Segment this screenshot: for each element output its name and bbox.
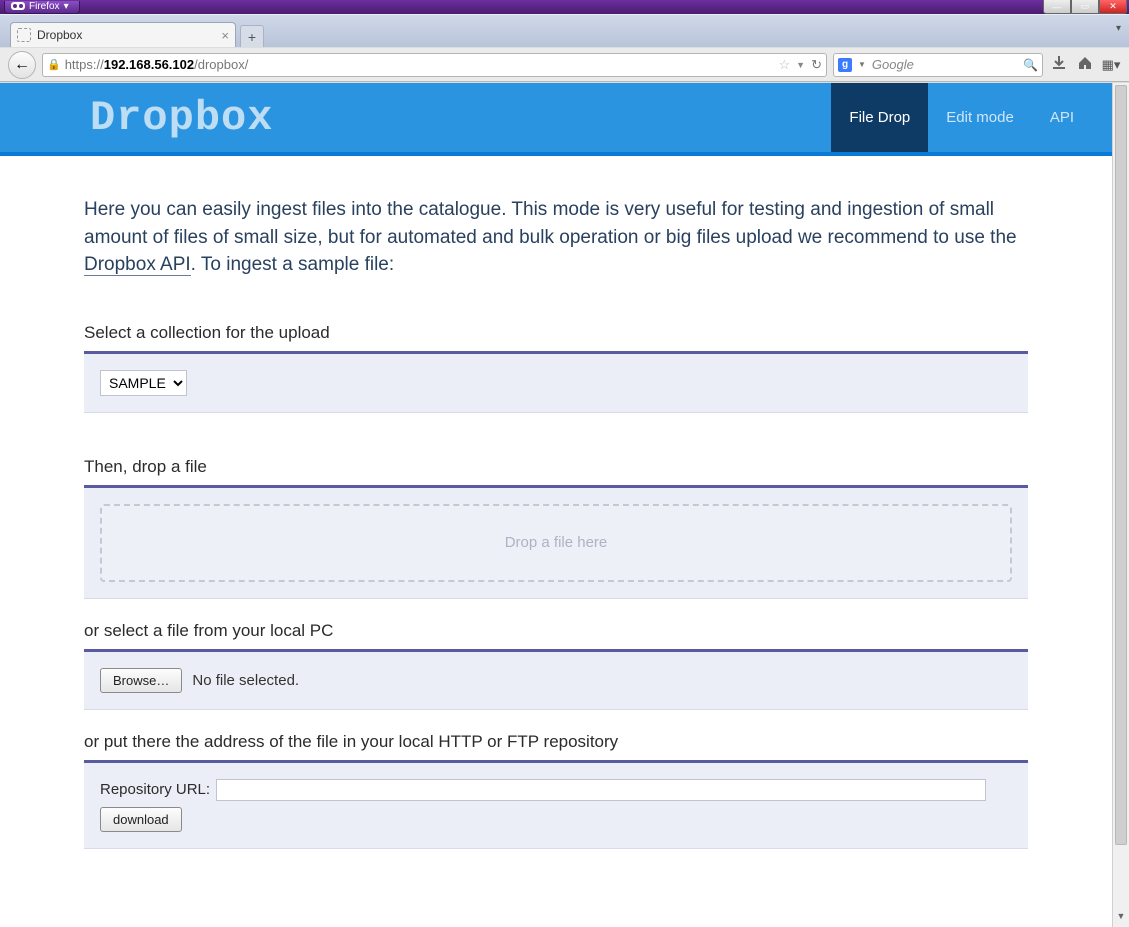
back-button[interactable]: ←	[8, 51, 36, 79]
scroll-down-arrow-icon[interactable]: ▼	[1113, 911, 1129, 927]
repo-panel: Repository URL: download	[84, 760, 1028, 849]
tab-favicon-icon	[17, 28, 31, 42]
window-titlebar: Firefox ▾ — ▭ ✕	[0, 0, 1129, 14]
page-content: Dropbox File Drop Edit mode API Here you…	[0, 83, 1112, 927]
google-icon: g	[838, 58, 852, 72]
nav-edit-mode[interactable]: Edit mode	[928, 83, 1032, 152]
arrow-left-icon: ←	[14, 56, 30, 74]
local-file-panel: Browse… No file selected.	[84, 649, 1028, 710]
main-container: Here you can easily ingest files into th…	[0, 156, 1112, 889]
site-nav: File Drop Edit mode API	[831, 83, 1092, 152]
reload-icon[interactable]: ↻	[811, 57, 822, 73]
nav-api[interactable]: API	[1032, 83, 1092, 152]
window-buttons: — ▭ ✕	[1043, 0, 1127, 14]
new-tab-button[interactable]: +	[240, 25, 264, 47]
home-icon	[1077, 55, 1093, 71]
site-logo: Dropbox	[90, 94, 831, 142]
downloads-button[interactable]	[1049, 55, 1069, 75]
repo-section-label: or put there the address of the file in …	[84, 732, 1028, 752]
firefox-label: Firefox	[29, 1, 60, 12]
window-close-button[interactable]: ✕	[1099, 0, 1127, 14]
url-text: https://192.168.56.102/dropbox/	[65, 57, 775, 72]
browser-tab[interactable]: Dropbox ×	[10, 22, 236, 47]
collection-section-label: Select a collection for the upload	[84, 323, 1028, 343]
bookmarks-menu-button[interactable]: ▦▾	[1101, 57, 1121, 73]
download-arrow-icon	[1051, 55, 1067, 71]
scrollbar-thumb[interactable]	[1115, 85, 1127, 845]
browse-button[interactable]: Browse…	[100, 668, 182, 693]
nav-file-drop[interactable]: File Drop	[831, 83, 928, 152]
search-engine-dropdown-icon[interactable]: ▼	[858, 60, 866, 69]
navigation-toolbar: ← 🔒 https://192.168.56.102/dropbox/ ☆ ▼ …	[0, 47, 1129, 82]
collection-select[interactable]: SAMPLE	[100, 370, 187, 396]
search-submit-icon[interactable]: 🔍	[1023, 58, 1038, 72]
repo-url-input[interactable]	[216, 779, 986, 801]
repo-url-label: Repository URL:	[100, 781, 210, 798]
tabs-overflow-icon[interactable]: ▾	[1116, 23, 1121, 34]
window-maximize-button[interactable]: ▭	[1071, 0, 1099, 14]
lock-icon: 🔒	[47, 58, 61, 71]
intro-text: Here you can easily ingest files into th…	[84, 196, 1028, 279]
firefox-mask-icon	[11, 2, 25, 10]
download-button[interactable]: download	[100, 807, 182, 832]
drop-panel: Drop a file here	[84, 485, 1028, 599]
file-dropzone[interactable]: Drop a file here	[100, 504, 1012, 582]
search-bar[interactable]: g ▼ Google 🔍	[833, 53, 1043, 77]
dropzone-text: Drop a file here	[505, 534, 608, 551]
search-placeholder: Google	[872, 57, 1017, 72]
url-bar[interactable]: 🔒 https://192.168.56.102/dropbox/ ☆ ▼ ↻	[42, 53, 827, 77]
dropdown-caret-icon: ▾	[64, 1, 69, 12]
site-header: Dropbox File Drop Edit mode API	[0, 83, 1112, 156]
bookmark-star-icon[interactable]: ☆	[779, 57, 791, 73]
collection-panel: SAMPLE	[84, 351, 1028, 413]
file-status-text: No file selected.	[192, 672, 299, 689]
firefox-menu-button[interactable]: Firefox ▾	[4, 1, 80, 14]
home-button[interactable]	[1075, 55, 1095, 75]
vertical-scrollbar[interactable]: ▼	[1112, 83, 1129, 927]
tab-strip: Dropbox × + ▾	[0, 14, 1129, 47]
local-file-section-label: or select a file from your local PC	[84, 621, 1028, 641]
browser-viewport: Dropbox File Drop Edit mode API Here you…	[0, 82, 1129, 927]
drop-section-label: Then, drop a file	[84, 457, 1028, 477]
url-dropdown-icon[interactable]: ▼	[796, 60, 805, 70]
tab-close-icon[interactable]: ×	[221, 28, 229, 43]
dropbox-api-link[interactable]: Dropbox API	[84, 254, 191, 276]
tab-title: Dropbox	[37, 28, 215, 42]
window-minimize-button[interactable]: —	[1043, 0, 1071, 14]
